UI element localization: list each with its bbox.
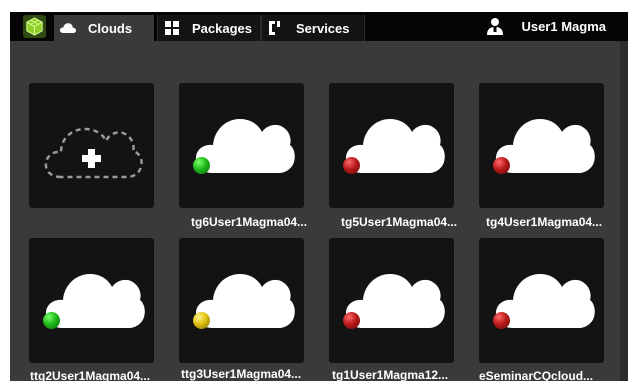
status-indicator	[193, 157, 210, 174]
status-indicator	[343, 157, 360, 174]
tab-packages[interactable]: Packages	[157, 15, 261, 41]
add-cloud-icon	[44, 127, 143, 179]
status-indicator	[493, 157, 510, 174]
status-indicator	[343, 312, 360, 329]
cloud-tile-label[interactable]: tg6User1Magma04...	[191, 215, 341, 229]
cloud-tile[interactable]	[329, 238, 454, 363]
cloud-tile[interactable]	[329, 83, 454, 208]
top-nav-bar: Clouds Packages Services User1 Magma	[10, 12, 628, 41]
cloud-tile-label[interactable]: ttg3User1Magma04...	[181, 367, 331, 381]
services-icon	[266, 20, 286, 36]
user-icon	[487, 17, 504, 35]
cloud-tile-label[interactable]: tg4User1Magma04...	[486, 215, 628, 229]
cloud-tile[interactable]	[479, 83, 604, 208]
app-window: Clouds Packages Services User1 Magma tg6…	[10, 12, 628, 381]
user-name: User1 Magma	[521, 19, 606, 34]
tab-services-label: Services	[296, 20, 350, 36]
tab-clouds-label: Clouds	[88, 20, 133, 36]
user-menu[interactable]: User1 Magma	[485, 12, 628, 41]
status-indicator	[493, 312, 510, 329]
tab-services[interactable]: Services	[261, 15, 365, 41]
app-logo-icon[interactable]	[23, 15, 46, 38]
add-cloud-button[interactable]	[29, 83, 154, 208]
cloud-tile-label[interactable]: eSeminarCQcloud...	[479, 369, 628, 381]
cloud-tile[interactable]	[29, 238, 154, 363]
cloud-tile-label[interactable]: tg5User1Magma04...	[341, 215, 491, 229]
scrollbar[interactable]	[620, 41, 628, 381]
cloud-tile[interactable]	[479, 238, 604, 363]
tab-clouds[interactable]: Clouds	[54, 15, 154, 41]
cloud-tile-label[interactable]: tg1User1Magma12...	[332, 368, 482, 381]
status-indicator	[43, 312, 60, 329]
cloud-icon	[58, 20, 78, 36]
cloud-tile-label[interactable]: ttg2User1Magma04...	[30, 369, 180, 381]
tab-packages-label: Packages	[192, 20, 252, 36]
status-indicator	[193, 312, 210, 329]
cloud-tile[interactable]	[179, 238, 304, 363]
cloud-tile[interactable]	[179, 83, 304, 208]
packages-icon	[162, 20, 182, 36]
